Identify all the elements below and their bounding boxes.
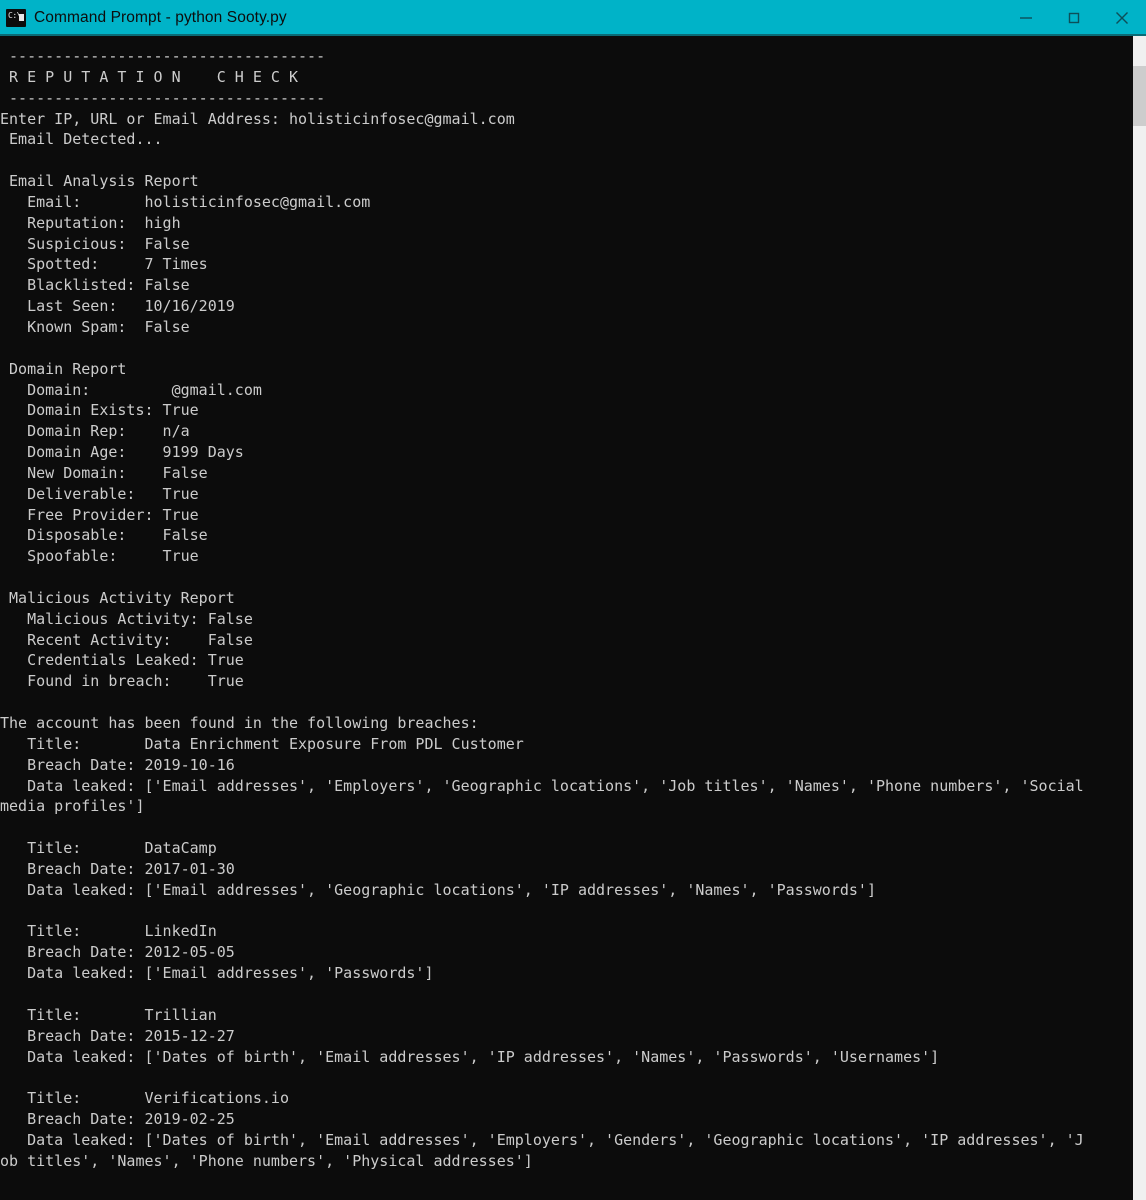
console-line: Breach Date: 2019-10-16 [0, 755, 235, 774]
console-line: Enter IP, URL or Email Address: holistic… [0, 109, 515, 128]
minimize-button[interactable] [1002, 0, 1050, 36]
console-line: Title: LinkedIn [0, 922, 217, 941]
console-line: Title: Data Enrichment Exposure From PDL… [0, 734, 524, 753]
console-line: Breach Date: 2017-01-30 [0, 859, 235, 878]
command-prompt-icon-cursor [19, 14, 24, 21]
console-line: Spotted: 7 Times [0, 255, 208, 274]
console-line: Domain Exists: True [0, 401, 199, 420]
console-line: Blacklisted: False [0, 276, 190, 295]
vertical-scrollbar[interactable] [1133, 36, 1146, 1200]
console-line: Recent Activity: False [0, 630, 253, 649]
console-line: Breach Date: 2012-05-05 [0, 943, 235, 962]
console-line: Data leaked: ['Email addresses', 'Geogra… [0, 880, 876, 899]
console-line: Disposable: False [0, 526, 208, 545]
console-line: Data leaked: ['Dates of birth', 'Email a… [0, 1130, 1084, 1149]
titlebar-left-group: C:\ Command Prompt - python Sooty.py [0, 9, 1002, 27]
console-line: Domain Report [0, 359, 127, 378]
console-line: The account has been found in the follow… [0, 714, 479, 732]
minimize-icon [1020, 17, 1032, 19]
console-line: Last Seen: 10/16/2019 [0, 297, 235, 316]
console-line: ob titles', 'Names', 'Phone numbers', 'P… [0, 1151, 533, 1170]
window-controls [1002, 0, 1146, 36]
console-line: Malicious Activity Report [0, 588, 235, 607]
console-line: Data leaked: ['Email addresses', 'Passwo… [0, 964, 434, 983]
maximize-icon [1068, 12, 1080, 24]
console-line: New Domain: False [0, 463, 208, 482]
command-prompt-window: C:\ Command Prompt - python Sooty.py ---… [0, 0, 1146, 1200]
scrollbar-thumb[interactable] [1133, 66, 1146, 126]
console-line: Credentials Leaked: True [0, 651, 244, 670]
window-titlebar[interactable]: C:\ Command Prompt - python Sooty.py [0, 0, 1146, 36]
console-line: ----------------------------------- [0, 88, 326, 107]
console-text: ----------------------------------- R E … [0, 36, 1133, 1172]
console-line: Breach Date: 2015-12-27 [0, 1026, 235, 1045]
console-line: Title: Verifications.io [0, 1089, 289, 1108]
console-line: Data leaked: ['Dates of birth', 'Email a… [0, 1047, 940, 1066]
console-line: Breach Date: 2019-02-25 [0, 1110, 235, 1129]
console-line: Email: holisticinfosec@gmail.com [0, 192, 371, 211]
maximize-button[interactable] [1050, 0, 1098, 36]
console-line: R E P U T A T I O N C H E C K [0, 67, 299, 86]
console-line: Deliverable: True [0, 484, 199, 503]
console-line: Malicious Activity: False [0, 609, 253, 628]
console-line: Domain: @gmail.com [0, 380, 262, 399]
console-line: Title: Trillian [0, 1005, 217, 1024]
close-button[interactable] [1098, 0, 1146, 36]
console-line: Email Analysis Report [0, 172, 199, 191]
console-line: Email Detected... [0, 130, 163, 149]
console-line: Data leaked: ['Email addresses', 'Employ… [0, 776, 1084, 795]
console-line: Title: DataCamp [0, 839, 217, 858]
console-line: Reputation: high [0, 213, 181, 232]
console-line: Found in breach: True [0, 672, 244, 691]
console-line: Known Spam: False [0, 317, 190, 336]
console-line: Domain Rep: n/a [0, 422, 190, 441]
command-prompt-icon: C:\ [6, 9, 26, 27]
console-output-area[interactable]: ----------------------------------- R E … [0, 36, 1146, 1200]
console-line: Domain Age: 9199 Days [0, 443, 244, 462]
console-line: Suspicious: False [0, 234, 190, 253]
window-title: Command Prompt - python Sooty.py [34, 9, 287, 26]
close-icon [1116, 12, 1128, 24]
console-line: media profiles'] [0, 797, 145, 816]
console-line: ----------------------------------- [0, 47, 326, 65]
console-line: Spoofable: True [0, 547, 199, 566]
console-line: Free Provider: True [0, 505, 199, 524]
